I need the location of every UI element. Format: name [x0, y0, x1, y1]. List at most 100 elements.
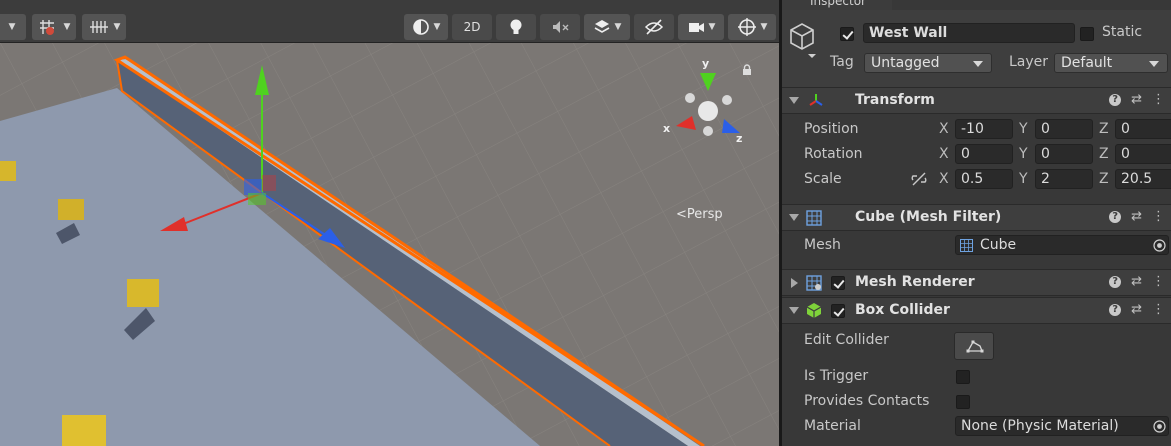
active-checkbox[interactable]	[840, 27, 854, 41]
xy-plane-handle[interactable]	[244, 179, 262, 195]
mesh-grid-icon	[960, 239, 973, 252]
toggle-2d-label: 2D	[463, 20, 481, 34]
help-icon[interactable]: ?	[1109, 210, 1122, 223]
scene-view-panel[interactable]: ▼ ▼ ▼ ▼ 2D ▼ ▼ ▼ y x z <Persp	[0, 0, 779, 446]
position-y-field[interactable]: 0	[1035, 119, 1093, 139]
transform-tool-dropdown[interactable]: ▼	[0, 14, 26, 40]
snap-settings-button[interactable]: ▼	[32, 14, 76, 40]
position-x-label[interactable]: X	[939, 121, 949, 137]
constrain-proportions-icon[interactable]	[910, 171, 928, 187]
layer-dropdown[interactable]: Default	[1054, 53, 1168, 73]
static-checkbox[interactable]	[1080, 27, 1094, 41]
mesh-filter-header[interactable]: Cube (Mesh Filter) ? ⇄ ⋮	[782, 204, 1171, 231]
help-icon[interactable]: ?	[1109, 275, 1122, 288]
position-y-label[interactable]: Y	[1019, 121, 1028, 137]
gizmo-x-label: x	[663, 122, 671, 135]
xz-plane-handle[interactable]	[248, 193, 266, 205]
box-collider-enabled-checkbox[interactable]	[831, 304, 845, 318]
mesh-renderer-title: Mesh Renderer	[855, 274, 975, 290]
kebab-menu-icon[interactable]: ⋮	[1152, 92, 1165, 107]
scene-camera-button[interactable]: ▼	[678, 14, 724, 40]
is-trigger-checkbox[interactable]	[956, 370, 970, 384]
help-icon[interactable]: ?	[1109, 303, 1122, 316]
yz-plane-handle[interactable]	[262, 175, 276, 191]
scale-x-label[interactable]: X	[939, 171, 949, 187]
cube-object	[127, 279, 159, 307]
toggle-2d-button[interactable]: 2D	[452, 14, 492, 40]
scale-z-field[interactable]: 20.5	[1115, 169, 1171, 189]
grid-icon	[89, 21, 108, 33]
rotation-z-field[interactable]: 0	[1115, 144, 1171, 164]
foldout-arrow-icon[interactable]	[789, 307, 799, 314]
mesh-label: Mesh	[804, 237, 841, 253]
rotation-x-field[interactable]: 0	[955, 144, 1013, 164]
transform-header[interactable]: Transform ? ⇄ ⋮	[782, 87, 1171, 114]
audio-mute-icon	[553, 21, 569, 33]
presets-icon[interactable]: ⇄	[1131, 92, 1142, 107]
gizmo-neg-y[interactable]	[703, 126, 713, 136]
position-z-field[interactable]: 0	[1115, 119, 1171, 139]
object-name-field[interactable]: West Wall	[863, 23, 1075, 43]
position-x-field[interactable]: -10	[955, 119, 1013, 139]
scale-y-field[interactable]: 2	[1035, 169, 1093, 189]
rotation-z-label[interactable]: Z	[1099, 146, 1109, 162]
gizmo-neg-x[interactable]	[685, 93, 695, 103]
edit-collider-button[interactable]	[954, 332, 994, 360]
rotation-y-label[interactable]: Y	[1019, 146, 1028, 162]
help-icon[interactable]: ?	[1109, 93, 1122, 106]
mesh-object-field[interactable]: Cube	[955, 235, 1169, 255]
mesh-filter-title: Cube (Mesh Filter)	[855, 209, 1002, 225]
kebab-menu-icon[interactable]: ⋮	[1152, 274, 1165, 289]
provides-contacts-checkbox[interactable]	[956, 395, 970, 409]
rotation-y-field[interactable]: 0	[1035, 144, 1093, 164]
kebab-menu-icon[interactable]: ⋮	[1152, 302, 1165, 317]
component-actions: ? ⇄ ⋮	[1109, 274, 1165, 289]
scene-viewport[interactable]: y x z <Persp	[0, 43, 779, 446]
material-object-field[interactable]: None (Physic Material)	[955, 416, 1169, 436]
transform-icon	[809, 94, 823, 106]
foldout-arrow-icon[interactable]	[789, 97, 799, 104]
provides-contacts-label: Provides Contacts	[804, 393, 930, 409]
lock-icon[interactable]	[742, 64, 752, 76]
scene-visibility-button[interactable]	[634, 14, 674, 40]
gizmo-globe-icon	[737, 18, 756, 36]
position-z-label[interactable]: Z	[1099, 121, 1109, 137]
projection-toggle-label[interactable]: <Persp	[676, 207, 723, 222]
tag-dropdown[interactable]: Untagged	[864, 53, 992, 73]
inspector-tab[interactable]: Inspector	[782, 0, 892, 10]
scene-render	[0, 43, 779, 446]
object-picker-icon[interactable]	[1153, 420, 1166, 433]
scene-audio-button[interactable]	[540, 14, 580, 40]
cube-object-icon[interactable]	[788, 22, 818, 62]
inspector-tab-label: Inspector	[810, 0, 866, 8]
cube-object	[62, 415, 106, 446]
mesh-filter-icon	[806, 210, 822, 226]
foldout-arrow-icon[interactable]	[791, 278, 798, 288]
transform-title: Transform	[855, 92, 935, 108]
mesh-renderer-header[interactable]: Mesh Renderer ? ⇄ ⋮	[782, 269, 1171, 296]
scene-toolbar: ▼ ▼ ▼ ▼ 2D ▼ ▼ ▼	[0, 0, 779, 43]
scale-z-label[interactable]: Z	[1099, 171, 1109, 187]
presets-icon[interactable]: ⇄	[1131, 274, 1142, 289]
grid-settings-button[interactable]: ▼	[82, 14, 126, 40]
mesh-value: Cube	[980, 237, 1017, 253]
rotation-label: Rotation	[804, 146, 863, 162]
scene-effects-button[interactable]: ▼	[584, 14, 630, 40]
rotation-x-label[interactable]: X	[939, 146, 949, 162]
mesh-renderer-enabled-checkbox[interactable]	[831, 276, 845, 290]
presets-icon[interactable]: ⇄	[1131, 302, 1142, 317]
scale-y-label[interactable]: Y	[1019, 171, 1028, 187]
is-trigger-label: Is Trigger	[804, 368, 869, 384]
gizmo-center[interactable]	[698, 101, 718, 121]
shading-mode-button[interactable]: ▼	[404, 14, 448, 40]
scale-x-field[interactable]: 0.5	[955, 169, 1013, 189]
gizmo-neg-z[interactable]	[722, 95, 732, 105]
presets-icon[interactable]: ⇄	[1131, 209, 1142, 224]
kebab-menu-icon[interactable]: ⋮	[1152, 209, 1165, 224]
box-collider-header[interactable]: Box Collider ? ⇄ ⋮	[782, 297, 1171, 324]
chevron-down-icon: ▼	[63, 22, 71, 32]
gizmos-button[interactable]: ▼	[728, 14, 776, 40]
object-picker-icon[interactable]	[1153, 239, 1166, 252]
scene-lighting-button[interactable]	[496, 14, 536, 40]
foldout-arrow-icon[interactable]	[789, 214, 799, 221]
